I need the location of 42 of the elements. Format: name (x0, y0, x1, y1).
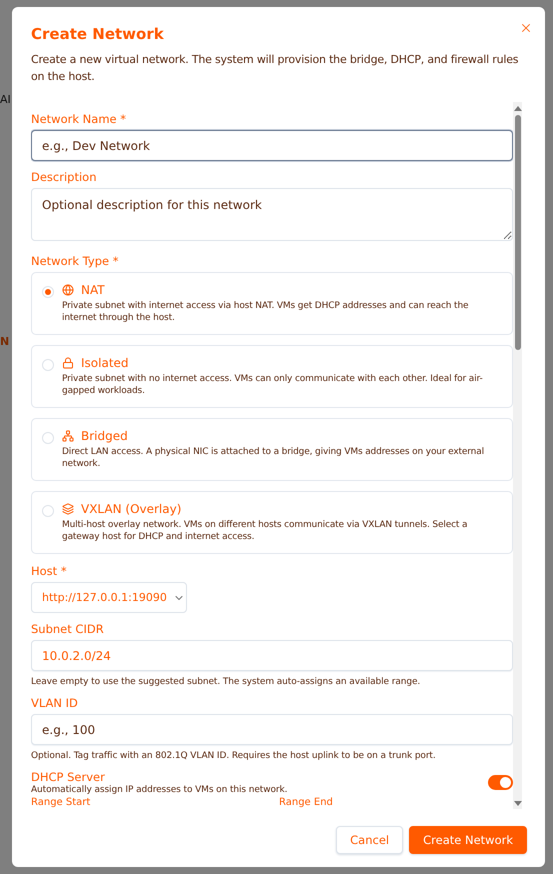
radio-button[interactable] (42, 286, 54, 298)
network-type-card[interactable]: Isolated Private subnet with no internet access. VMs can only communicate with each other. Ideal for air-gapped workloads. (31, 345, 513, 408)
radio-button[interactable] (42, 432, 54, 444)
option-description: Private subnet with internet access via host NAT. VMs get DHCP addresses and can reach the internet through the host. (62, 300, 470, 324)
name-input[interactable]: e.g., Dev Network (31, 130, 513, 161)
dialog-title: Create Network (31, 25, 164, 43)
field-label: Range Start (31, 797, 92, 809)
network-icon (62, 430, 74, 442)
field-hint: Leave empty to use the suggested subnet. The system auto-assigns an available range. (31, 677, 422, 687)
field-label: VLAN ID (31, 696, 79, 710)
field-label: Network Type * (31, 254, 120, 268)
option-title: Isolated (81, 356, 129, 370)
option-title: NAT (81, 283, 105, 297)
option-description: Private subnet with no internet access. VMs can only communicate with each other. Ideal for air-gapped workloads. (62, 373, 484, 397)
vlan-input[interactable]: e.g., 100 (31, 714, 513, 745)
radio-button[interactable] (42, 505, 54, 517)
scrollbar[interactable] (513, 102, 522, 809)
option-description: Direct LAN access. A physical NIC is attached to a bridge, giving VMs addresses on your external network. (62, 446, 485, 470)
field-hint: Optional. Tag traffic with an 802.1Q VLAN ID. Requires the host uplink to be on a trunk port. (31, 751, 437, 761)
lock-icon (62, 357, 74, 369)
network-type-card[interactable]: NAT Private subnet with internet access via host NAT. VMs get DHCP addresses and can reach the internet through the host. (31, 272, 513, 335)
field-label: DHCP Server (31, 770, 106, 784)
radio-button[interactable] (42, 359, 54, 371)
network-type-card[interactable]: Bridged Direct LAN access. A physical NIC is attached to a bridge, giving VMs addresses on your external network. (31, 418, 513, 481)
close-icon[interactable] (519, 21, 533, 35)
globe-icon (62, 284, 74, 296)
description-input[interactable]: Optional description for this network (31, 188, 513, 241)
field-label: Description (31, 170, 98, 184)
network-type-card[interactable]: VXLAN (Overlay) Multi-host overlay network. VMs on different hosts communicate via VXLAN tunnels. Select a gateway host for DHCP and internet access. (31, 491, 513, 554)
field-hint: Automatically assign IP addresses to VMs on this network. (31, 785, 288, 795)
field-label: Host * (31, 564, 68, 578)
field-label: Network Name * (31, 112, 128, 126)
field-label: Subnet CIDR (31, 622, 105, 636)
background-text: AI (0, 93, 11, 106)
option-title: VXLAN (Overlay) (81, 502, 182, 516)
option-title: Bridged (81, 429, 128, 443)
background-text: N (0, 335, 10, 348)
option-description: Multi-host overlay network. VMs on different hosts communicate via VXLAN tunnels. Select a gateway host for DHCP and internet access. (62, 519, 468, 543)
dhcp-toggle[interactable] (488, 775, 513, 790)
dialog-description: Create a new virtual network. The system will provision the bridge, DHCP, and firewall rules on the host. (31, 52, 520, 85)
field-label: Range End (279, 797, 334, 809)
layers-icon (62, 503, 74, 515)
